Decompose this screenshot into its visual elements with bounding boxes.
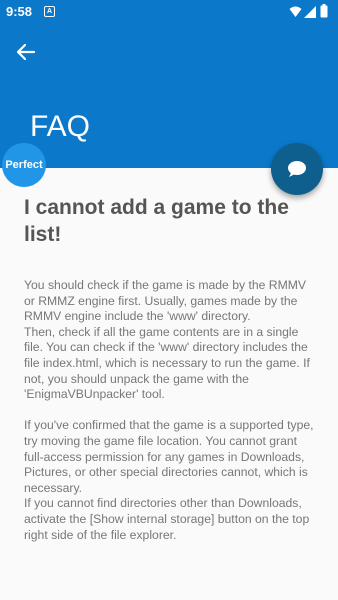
chat-fab-button[interactable] [271,143,323,195]
notification-icon: A [44,6,55,17]
perfect-badge[interactable]: Perfect [2,143,46,187]
chat-bubble-icon [288,161,306,177]
back-button[interactable] [10,36,42,68]
status-time: 9:58 [6,4,33,19]
arrow-left-icon [16,43,36,61]
status-bar: 9:58 A [0,0,338,24]
faq-question: I cannot add a game to the list! [24,196,289,246]
page-title: FAQ [30,110,91,143]
battery-icon [320,4,328,23]
wifi-icon [289,5,302,23]
faq-content: I cannot add a game to the list! You sho… [0,168,338,600]
faq-answer: You should check if the game is made by … [24,278,314,542]
signal-icon [304,5,316,23]
